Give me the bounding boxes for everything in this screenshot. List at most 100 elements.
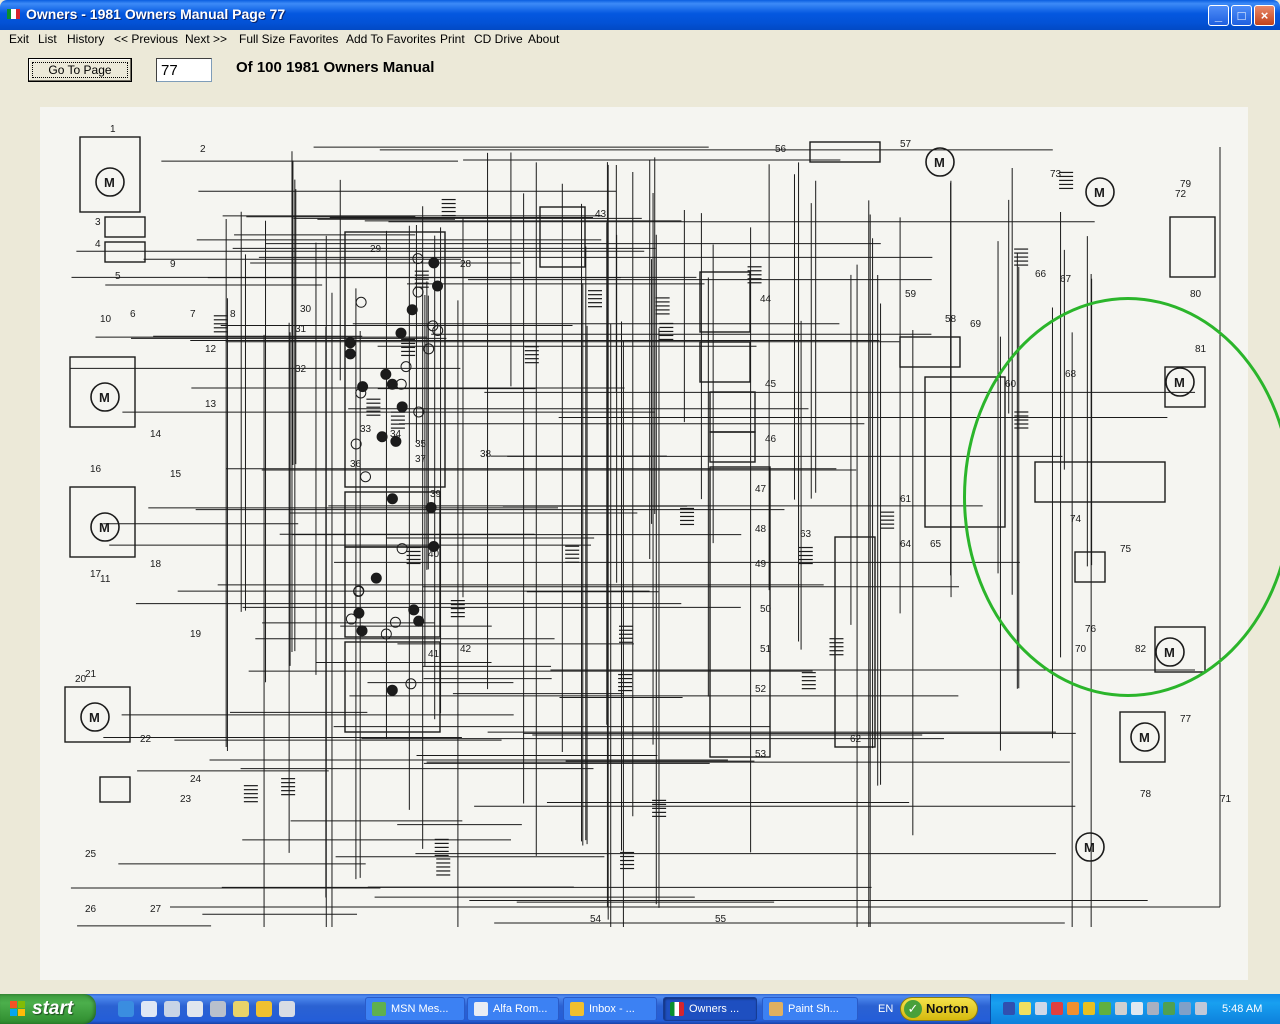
menu-add-to-favorites[interactable]: Add To Favorites bbox=[346, 32, 436, 46]
menu-history[interactable]: History bbox=[67, 32, 104, 46]
usb-icon[interactable] bbox=[1147, 1002, 1159, 1015]
diagram-label: 21 bbox=[85, 669, 97, 680]
task-label: Owners ... bbox=[689, 1003, 740, 1015]
lamp-symbol bbox=[355, 296, 367, 308]
menu-next[interactable]: Next >> bbox=[185, 32, 227, 46]
task-owners[interactable]: Owners ... bbox=[663, 997, 757, 1021]
daemon-tools-icon[interactable] bbox=[1019, 1002, 1031, 1015]
norton-label: Norton bbox=[926, 1001, 969, 1016]
go-to-page-button[interactable]: Go To Page bbox=[28, 58, 132, 82]
diagram-label: 78 bbox=[1140, 789, 1152, 800]
diagram-label: 7 bbox=[190, 309, 196, 320]
task-inbox[interactable]: Inbox - ... bbox=[563, 997, 657, 1021]
media-player-icon[interactable] bbox=[141, 1001, 157, 1017]
task-label: MSN Mes... bbox=[391, 1003, 449, 1015]
diagram-label: 62 bbox=[850, 734, 862, 745]
diagram-label: 49 bbox=[755, 559, 767, 570]
menu-about[interactable]: About bbox=[528, 32, 559, 46]
shield-icon[interactable] bbox=[1051, 1002, 1063, 1015]
diagram-label: 43 bbox=[595, 209, 607, 220]
lamp-symbol bbox=[412, 253, 424, 265]
task-msn-messenger[interactable]: MSN Mes... bbox=[365, 997, 465, 1021]
diagram-label: 54 bbox=[590, 914, 602, 925]
connection-icon[interactable] bbox=[1131, 1002, 1143, 1015]
maximize-button[interactable]: □ bbox=[1231, 5, 1252, 26]
diagram-label: 1 bbox=[110, 124, 116, 135]
page-count-label: Of 100 1981 Owners Manual bbox=[236, 59, 435, 76]
people-icon[interactable] bbox=[1035, 1002, 1047, 1015]
diagram-label: 16 bbox=[90, 464, 102, 475]
diagram-label: 69 bbox=[970, 319, 982, 330]
diagram-label: 59 bbox=[905, 289, 917, 300]
start-button[interactable]: start bbox=[0, 994, 96, 1024]
outlook-icon[interactable] bbox=[233, 1001, 249, 1017]
lamp-symbol bbox=[386, 378, 398, 390]
explorer-icon[interactable] bbox=[210, 1001, 226, 1017]
diagram-label: 9 bbox=[170, 259, 176, 270]
norton-quick-icon[interactable] bbox=[256, 1001, 272, 1017]
monitor-icon[interactable] bbox=[1179, 1002, 1191, 1015]
diagram-label: 53 bbox=[755, 749, 767, 760]
network-icon[interactable] bbox=[1003, 1002, 1015, 1015]
clock: 5:48 AM bbox=[1222, 1003, 1263, 1015]
sound-icon[interactable] bbox=[1115, 1002, 1127, 1015]
task-paint-shop[interactable]: Paint Sh... bbox=[762, 997, 858, 1021]
task-label: Inbox - ... bbox=[589, 1003, 635, 1015]
menu-previous[interactable]: << Previous bbox=[114, 32, 178, 46]
diagram-label: 35 bbox=[415, 439, 427, 450]
alert-icon[interactable] bbox=[1083, 1002, 1095, 1015]
diagram-label: 26 bbox=[85, 904, 97, 915]
menu-favorites[interactable]: Favorites bbox=[289, 32, 338, 46]
diagram-label: 72 bbox=[1175, 189, 1187, 200]
lamp-symbol bbox=[356, 625, 368, 637]
volume-icon[interactable] bbox=[1195, 1002, 1207, 1015]
diagram-label: 61 bbox=[900, 494, 912, 505]
component-box bbox=[344, 546, 441, 638]
diagram-label: 12 bbox=[205, 344, 217, 355]
menu-cd-drive[interactable]: CD Drive bbox=[474, 32, 523, 46]
diagram-label: 73 bbox=[1050, 169, 1062, 180]
diagram-label: 13 bbox=[205, 399, 217, 410]
diagram-label: 23 bbox=[180, 794, 192, 805]
component-box bbox=[709, 431, 756, 463]
start-label: start bbox=[32, 998, 74, 1019]
app-window: Owners - 1981 Owners Manual Page 77 _ □ … bbox=[0, 0, 1280, 994]
diagram-label: 19 bbox=[190, 629, 202, 640]
title-bar[interactable]: Owners - 1981 Owners Manual Page 77 _ □ … bbox=[0, 0, 1280, 30]
motor-letter: M bbox=[104, 175, 115, 190]
task-label: Paint Sh... bbox=[788, 1003, 839, 1015]
diagram-label: 10 bbox=[100, 314, 112, 325]
internet-explorer-icon[interactable] bbox=[118, 1001, 134, 1017]
messenger-icon[interactable] bbox=[187, 1001, 203, 1017]
firefox-icon[interactable] bbox=[1067, 1002, 1079, 1015]
diagram-label: 44 bbox=[760, 294, 772, 305]
diagram-label: 29 bbox=[370, 244, 382, 255]
diagram-label: 57 bbox=[900, 139, 912, 150]
motor-letter: M bbox=[99, 390, 110, 405]
diagram-label: 33 bbox=[360, 424, 372, 435]
language-indicator[interactable]: EN bbox=[878, 1003, 893, 1015]
msn-quick-icon[interactable] bbox=[279, 1001, 295, 1017]
diagram-label: 36 bbox=[350, 459, 362, 470]
show-desktop-icon[interactable] bbox=[164, 1001, 180, 1017]
notepad-icon bbox=[474, 1002, 488, 1016]
diagram-label: 45 bbox=[765, 379, 777, 390]
norton-tray-button[interactable]: ✓ Norton bbox=[900, 997, 978, 1021]
minimize-button[interactable]: _ bbox=[1208, 5, 1229, 26]
menu-list[interactable]: List bbox=[38, 32, 57, 46]
windows-logo-icon bbox=[10, 1001, 26, 1017]
close-button[interactable]: × bbox=[1254, 5, 1275, 26]
task-alfa-romeo[interactable]: Alfa Rom... bbox=[467, 997, 559, 1021]
page-number-input[interactable] bbox=[156, 58, 212, 82]
component-box bbox=[699, 341, 751, 383]
diagram-label: 2 bbox=[200, 144, 206, 155]
motor-letter: M bbox=[89, 710, 100, 725]
menu-exit[interactable]: Exit bbox=[9, 32, 29, 46]
diagram-label: 63 bbox=[800, 529, 812, 540]
update-icon[interactable] bbox=[1163, 1002, 1175, 1015]
antivirus-icon[interactable] bbox=[1099, 1002, 1111, 1015]
menu-print[interactable]: Print bbox=[440, 32, 465, 46]
diagram-label: 58 bbox=[945, 314, 957, 325]
menu-full-size[interactable]: Full Size bbox=[239, 32, 285, 46]
lamp-symbol bbox=[360, 471, 372, 483]
